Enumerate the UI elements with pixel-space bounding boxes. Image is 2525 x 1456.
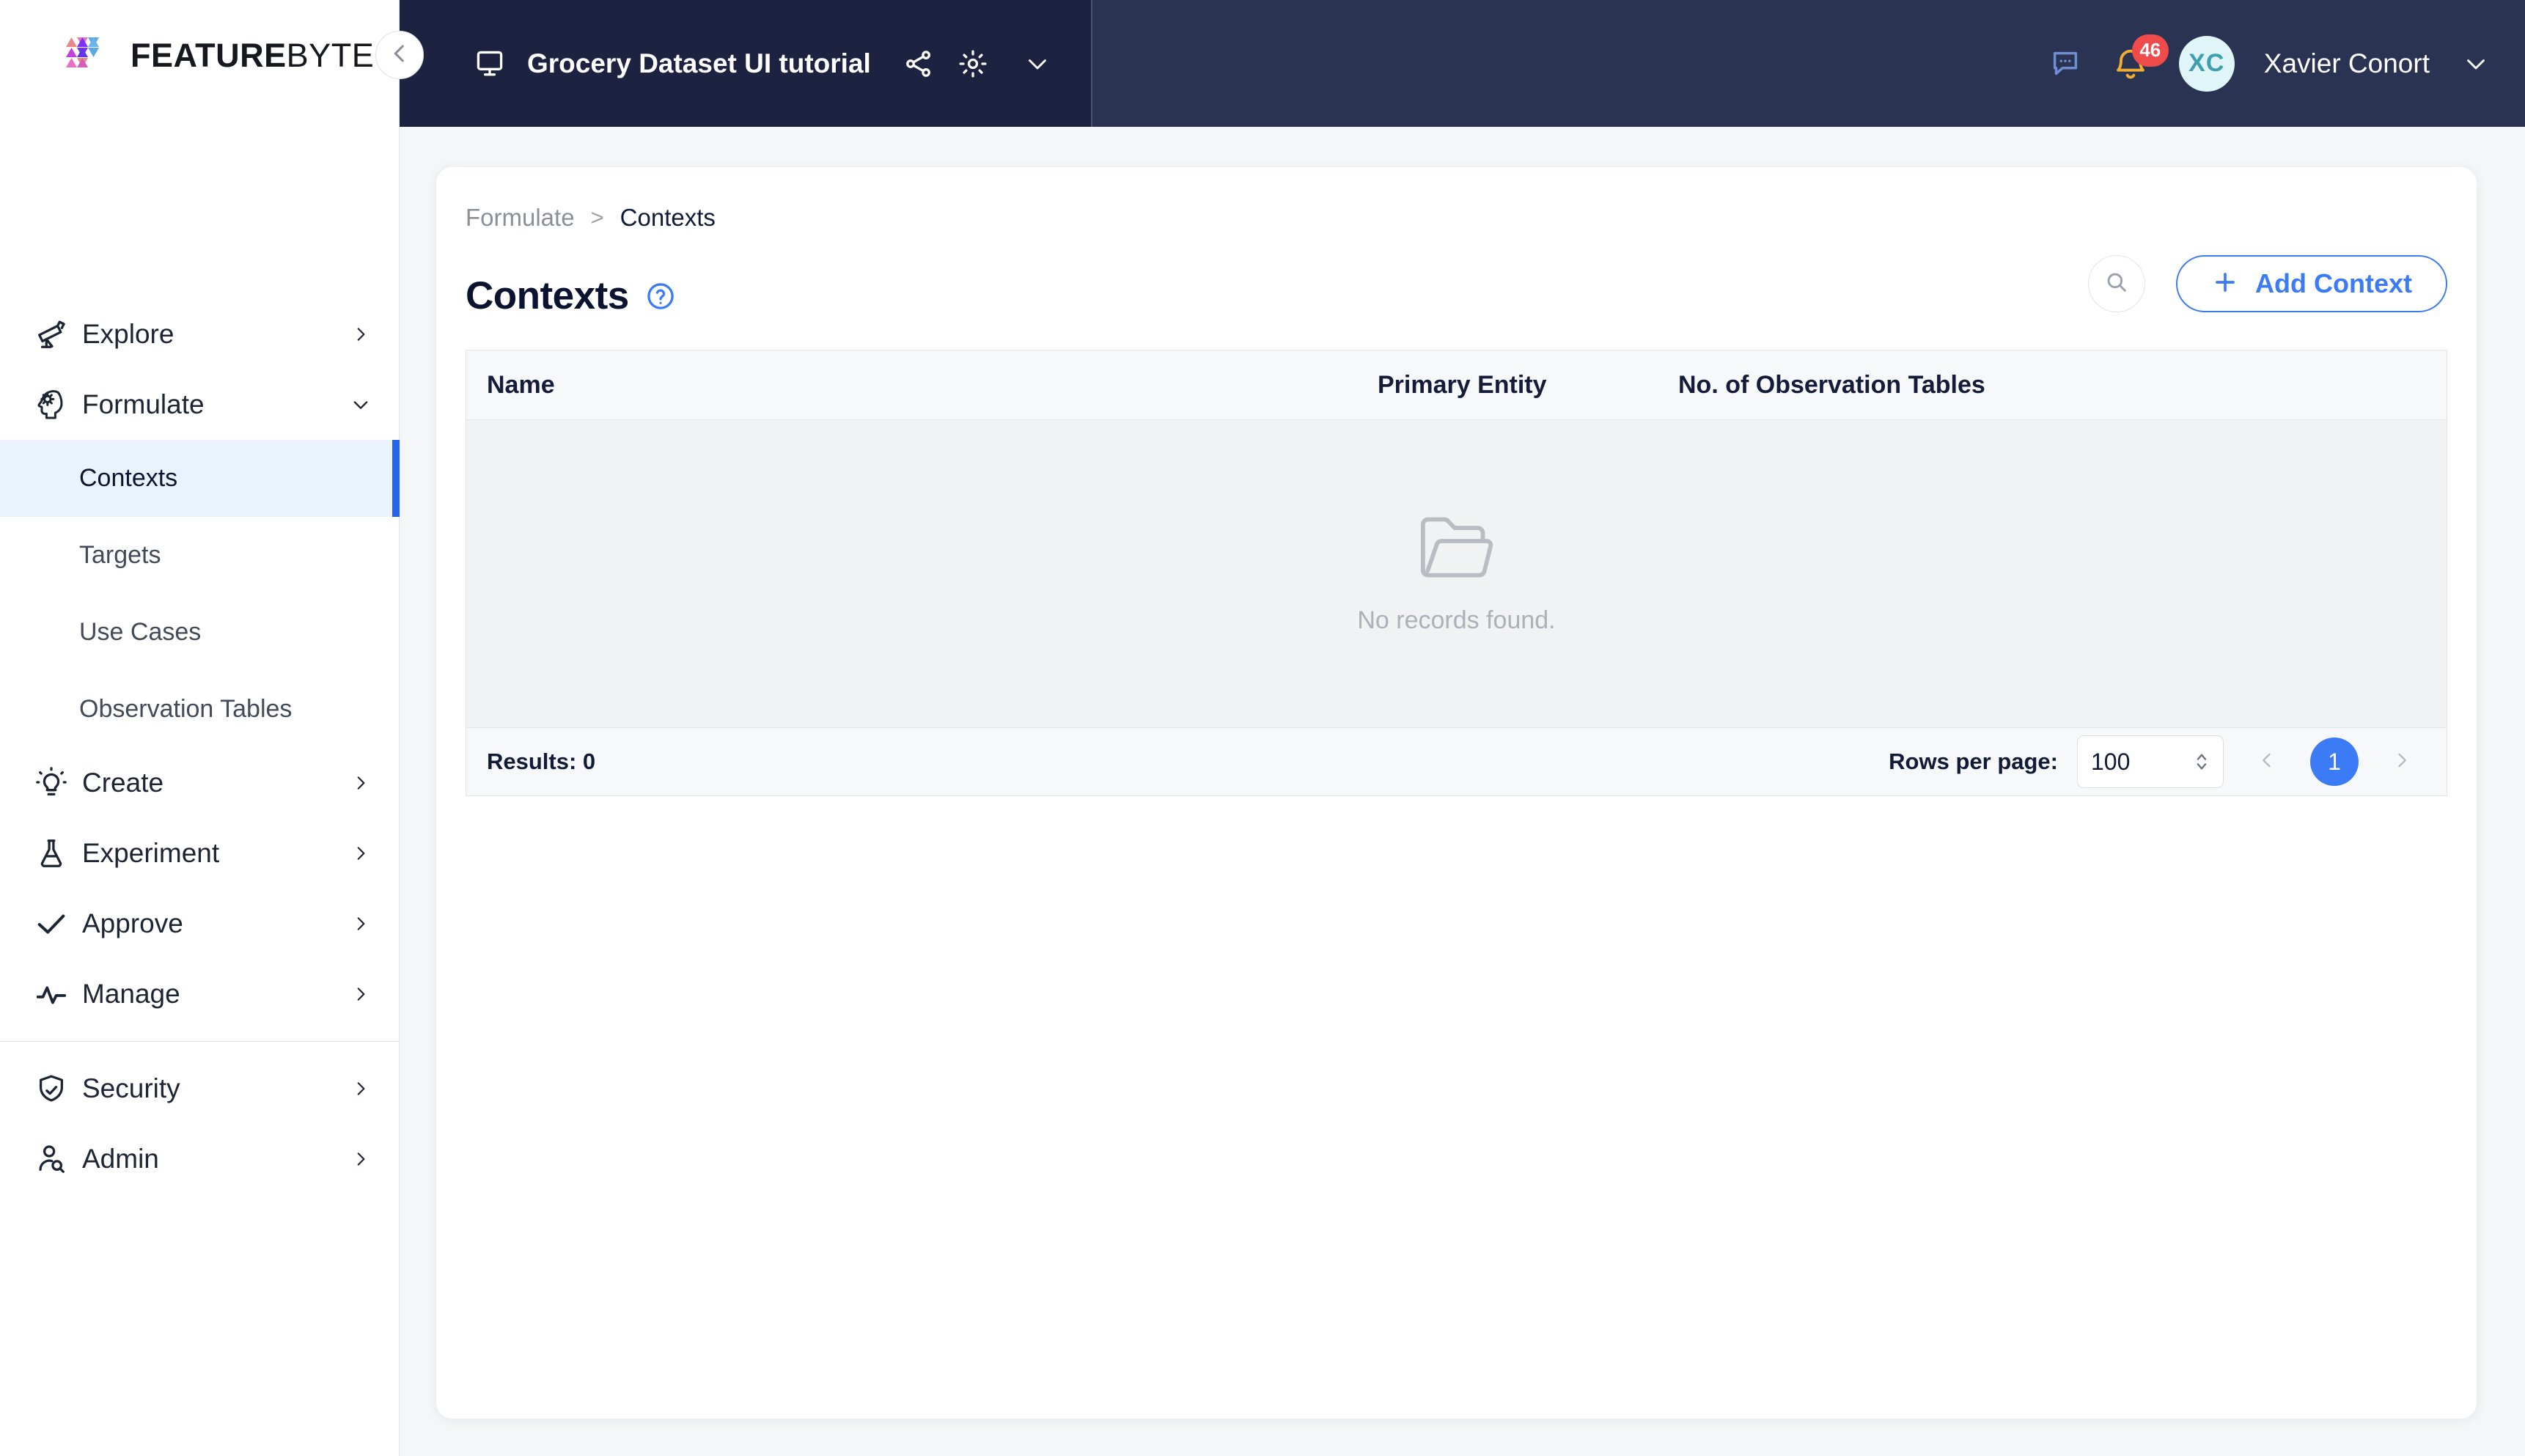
rows-per-page-value: 100	[2091, 748, 2131, 775]
sidebar-collapse-button[interactable]	[375, 31, 424, 79]
brand-logo[interactable]: FEATUREBYTE	[57, 26, 374, 85]
sidebar-subitem-label: Contexts	[79, 464, 178, 492]
brand-name: FEATUREBYTE	[131, 37, 375, 74]
chevron-left-icon	[387, 41, 412, 70]
table-footer: Results: 0 Rows per page: 100 1	[466, 727, 2447, 796]
pagination-prev-button[interactable]	[2243, 738, 2291, 786]
sidebar-item-label: Experiment	[82, 838, 220, 868]
chevron-right-icon	[350, 772, 372, 794]
telescope-icon	[32, 315, 70, 353]
sidebar-item-admin[interactable]: Admin	[0, 1124, 400, 1194]
column-header-name: Name	[487, 370, 555, 399]
breadcrumb-current: Contexts	[620, 204, 716, 231]
table-body-empty-state: No records found.	[466, 420, 2447, 727]
page-title: Contexts	[466, 274, 629, 317]
sidebar-item-approve[interactable]: Approve	[0, 889, 400, 959]
pagination-controls: Rows per page: 100 1	[1889, 735, 2426, 788]
flask-icon	[32, 834, 70, 872]
chevron-right-icon	[350, 323, 372, 345]
sidebar-item-experiment[interactable]: Experiment	[0, 818, 400, 889]
sidebar-item-targets[interactable]: Targets	[0, 517, 400, 594]
sidebar-item-explore[interactable]: Explore	[0, 299, 400, 369]
chevron-right-icon	[350, 1078, 372, 1100]
shield-check-icon	[32, 1070, 70, 1108]
folder-open-icon	[1416, 513, 1498, 586]
content-card: Formulate > Contexts Contexts Add Contex…	[436, 167, 2477, 1419]
breadcrumb: Formulate > Contexts	[466, 204, 716, 232]
sidebar-item-label: Security	[82, 1073, 180, 1103]
check-icon	[32, 905, 70, 943]
sidebar-item-label: Approve	[82, 908, 183, 938]
chevron-right-icon	[350, 983, 372, 1005]
stepper-arrows-icon	[2194, 749, 2210, 774]
bell-icon	[2111, 49, 2150, 86]
workspace-title: Grocery Dataset UI tutorial	[527, 48, 871, 78]
chevron-right-icon	[2392, 750, 2412, 774]
chevron-right-icon	[350, 913, 372, 935]
empty-state-text: No records found.	[1357, 606, 1556, 634]
user-name: Xavier Conort	[2263, 48, 2430, 78]
app-root: FEATUREBYTE Explore Formulate Contexts T…	[0, 0, 2525, 1456]
notifications-button[interactable]: 46	[2111, 34, 2169, 86]
chevron-right-icon	[350, 842, 372, 864]
chevron-left-icon	[2257, 750, 2277, 774]
breadcrumb-parent[interactable]: Formulate	[466, 204, 575, 232]
sidebar-subitem-label: Observation Tables	[79, 695, 293, 723]
search-icon	[2104, 270, 2129, 298]
activity-icon	[32, 975, 70, 1013]
breadcrumb-separator: >	[590, 205, 604, 230]
pagination-next-button[interactable]	[2378, 738, 2426, 786]
lightbulb-icon	[32, 764, 70, 802]
sidebar-item-create[interactable]: Create	[0, 748, 400, 818]
search-button[interactable]	[2088, 255, 2146, 312]
monitor-icon	[473, 47, 507, 81]
sidebar: FEATUREBYTE Explore Formulate Contexts T…	[0, 0, 400, 1456]
sidebar-subitem-label: Use Cases	[79, 618, 202, 646]
column-header-observation-tables: No. of Observation Tables	[1678, 370, 1985, 399]
plus-icon	[2211, 268, 2239, 300]
rows-per-page-label: Rows per page:	[1889, 749, 2058, 774]
chevron-right-icon	[350, 1148, 372, 1170]
avatar[interactable]: XC	[2178, 35, 2235, 92]
help-circle-icon[interactable]	[645, 281, 676, 312]
sidebar-item-contexts[interactable]: Contexts	[0, 440, 400, 517]
contexts-table: Name Primary Entity No. of Observation T…	[466, 350, 2447, 796]
chevron-down-icon[interactable]	[2459, 47, 2493, 81]
sidebar-item-label: Formulate	[82, 389, 205, 419]
chat-bubble-icon[interactable]	[2048, 47, 2082, 81]
sidebar-subitem-label: Targets	[79, 541, 161, 569]
pagination-page-1[interactable]: 1	[2310, 738, 2359, 786]
rows-per-page-select[interactable]: 100	[2077, 735, 2224, 788]
sidebar-item-manage[interactable]: Manage	[0, 959, 400, 1029]
gear-icon[interactable]	[956, 47, 990, 81]
sidebar-item-formulate[interactable]: Formulate	[0, 369, 400, 440]
sidebar-item-security[interactable]: Security	[0, 1054, 400, 1124]
sidebar-divider	[0, 1041, 400, 1042]
sidebar-item-label: Create	[82, 768, 164, 798]
chevron-down-icon	[350, 394, 372, 416]
table-header-row: Name Primary Entity No. of Observation T…	[466, 350, 2447, 420]
sidebar-item-label: Manage	[82, 979, 180, 1009]
sidebar-item-use-cases[interactable]: Use Cases	[0, 594, 400, 671]
topbar-right-actions: 46 XC Xavier Conort	[2048, 0, 2493, 127]
sidebar-nav: Explore Formulate Contexts Targets Use C…	[0, 299, 400, 1194]
sidebar-item-observation-tables[interactable]: Observation Tables	[0, 671, 400, 748]
brain-gear-icon	[32, 386, 70, 424]
results-count: Results: 0	[487, 749, 596, 774]
sidebar-item-label: Explore	[82, 319, 174, 349]
sidebar-item-label: Admin	[82, 1144, 159, 1174]
add-context-label: Add Context	[2255, 268, 2412, 298]
share-icon[interactable]	[902, 47, 936, 81]
notification-count-badge: 46	[2131, 34, 2169, 67]
user-search-icon	[32, 1140, 70, 1178]
column-header-primary-entity: Primary Entity	[1378, 370, 1547, 399]
workspace-title-block: Grocery Dataset UI tutorial	[400, 0, 1092, 127]
chevron-down-icon[interactable]	[1021, 47, 1054, 81]
page-actions: Add Context	[2088, 255, 2447, 312]
featurebyte-logo-icon	[57, 26, 116, 85]
add-context-button[interactable]: Add Context	[2176, 255, 2447, 312]
page-header: Contexts	[466, 273, 676, 318]
